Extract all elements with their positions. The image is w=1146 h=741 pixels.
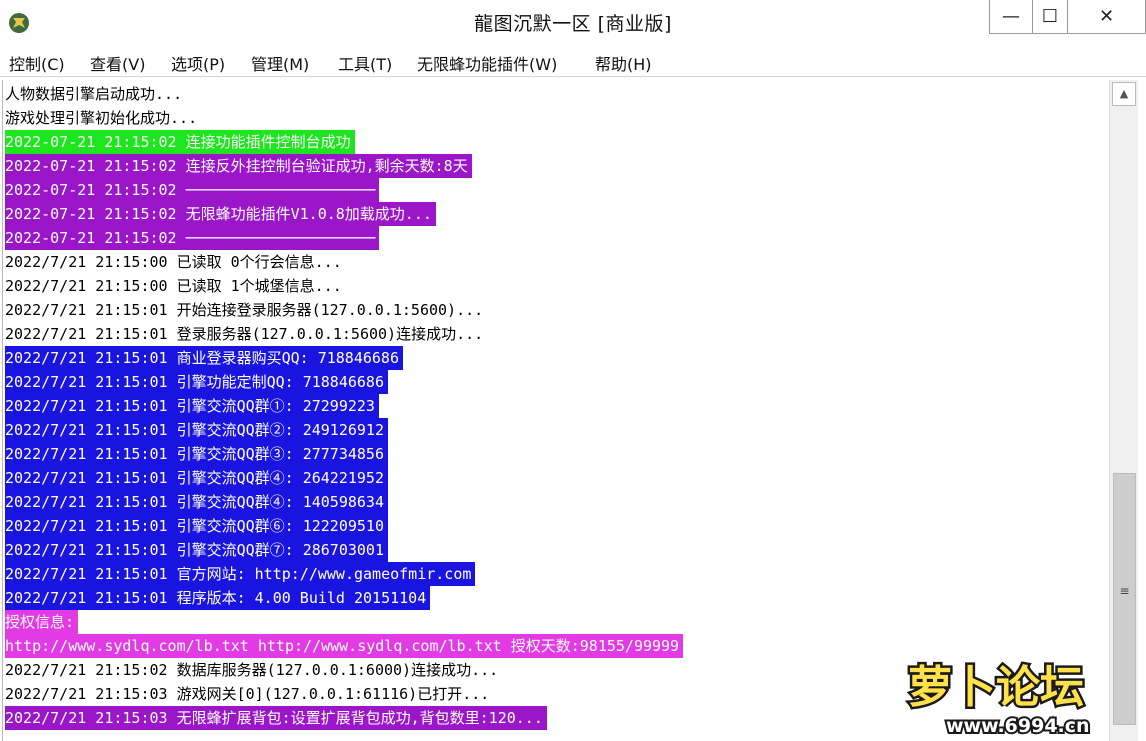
close-button[interactable]: ✕: [1067, 0, 1146, 34]
log-line: 2022/7/21 21:15:01 商业登录器购买QQ: 718846686: [5, 346, 403, 370]
log-line: 2022/7/21 21:15:01 官方网站: http://www.game…: [5, 562, 476, 586]
log-line: 2022-07-21 21:15:02 连接功能插件控制台成功: [5, 130, 355, 154]
log-line: 2022/7/21 21:15:03 无限蜂扩展背包:设置扩展背包成功,背包数里…: [5, 706, 547, 730]
log-line: 2022/7/21 21:15:01 程序版本: 4.00 Build 2015…: [5, 586, 431, 610]
watermark-logo: 萝卜论坛 www.6994.cn: [906, 660, 1092, 740]
title-bar: 龍图沉默一区 [商业版] — ☐ ✕: [0, 0, 1146, 48]
log-line: 2022/7/21 21:15:01 引擎交流QQ群②: 249126912: [5, 418, 388, 442]
log-line: 2022/7/21 21:15:01 引擎交流QQ群④: 264221952: [5, 466, 388, 490]
log-line: http://www.sydlq.com/lb.txt http://www.s…: [5, 634, 684, 658]
log-line: 2022-07-21 21:15:02 无限蜂功能插件V1.0.8加载成功...: [5, 202, 436, 226]
menu-tools[interactable]: 工具(T): [338, 51, 392, 75]
log-line: 2022/7/21 21:15:01 引擎交流QQ群①: 27299223: [5, 394, 379, 418]
log-line: 2022/7/21 21:15:01 引擎交流QQ群⑥: 122209510: [5, 514, 388, 538]
chevron-up-icon: ▲: [1119, 87, 1129, 100]
log-line: 人物数据引擎启动成功...: [5, 82, 187, 106]
scroll-up-button[interactable]: ▲: [1112, 82, 1136, 106]
menu-plugin[interactable]: 无限蜂功能插件(W): [417, 51, 557, 75]
log-line: 授权信息:: [5, 610, 79, 634]
close-icon: ✕: [1098, 6, 1115, 27]
menu-view[interactable]: 查看(V): [90, 51, 145, 75]
log-line: 2022/7/21 21:15:00 已读取 0个行会信息...: [5, 250, 346, 274]
minimize-button[interactable]: —: [989, 0, 1033, 34]
log-line: 游戏处理引擎初始化成功...: [5, 106, 202, 130]
menu-options[interactable]: 选项(P): [171, 51, 225, 75]
log-line: 2022/7/21 21:15:00 已读取 1个城堡信息...: [5, 274, 346, 298]
log-line: 2022/7/21 21:15:01 引擎功能定制QQ: 718846686: [5, 370, 388, 394]
log-line: 2022-07-21 21:15:02 ────────────────────…: [5, 178, 380, 202]
watermark-url: www.6994.cn: [946, 715, 1090, 737]
maximize-icon: ☐: [1041, 6, 1059, 27]
log-line: 2022/7/21 21:15:01 开始连接登录服务器(127.0.0.1:5…: [5, 298, 488, 322]
menu-bar: 控制(C) 查看(V) 选项(P) 管理(M) 工具(T) 无限蜂功能插件(W)…: [0, 48, 1146, 77]
watermark-text: 萝卜论坛: [908, 662, 1084, 713]
menu-manage[interactable]: 管理(M): [251, 51, 309, 75]
menu-help[interactable]: 帮助(H): [595, 51, 652, 75]
window-title: 龍图沉默一区 [商业版]: [474, 13, 672, 35]
log-line: 2022/7/21 21:15:01 登录服务器(127.0.0.1:5600)…: [5, 322, 488, 346]
log-line: 2022-07-21 21:15:02 ────────────────────…: [5, 226, 380, 250]
menu-control[interactable]: 控制(C): [9, 51, 65, 75]
log-line: 2022/7/21 21:15:03 游戏网关[0](127.0.0.1:611…: [5, 682, 494, 706]
log-line: 2022/7/21 21:15:01 引擎交流QQ群④: 140598634: [5, 490, 388, 514]
minimize-icon: —: [1002, 6, 1020, 27]
log-line: 2022/7/21 21:15:02 数据库服务器(127.0.0.1:6000…: [5, 658, 503, 682]
grip-icon: ≡: [1119, 584, 1130, 598]
log-line: 2022-07-21 21:15:02 连接反外挂控制台验证成功,剩余天数:8天: [5, 154, 472, 178]
log-line: 2022/7/21 21:15:01 引擎交流QQ群③: 277734856: [5, 442, 388, 466]
maximize-button[interactable]: ☐: [1032, 0, 1068, 34]
log-line: 2022/7/21 21:15:01 引擎交流QQ群⑦: 286703001: [5, 538, 388, 562]
